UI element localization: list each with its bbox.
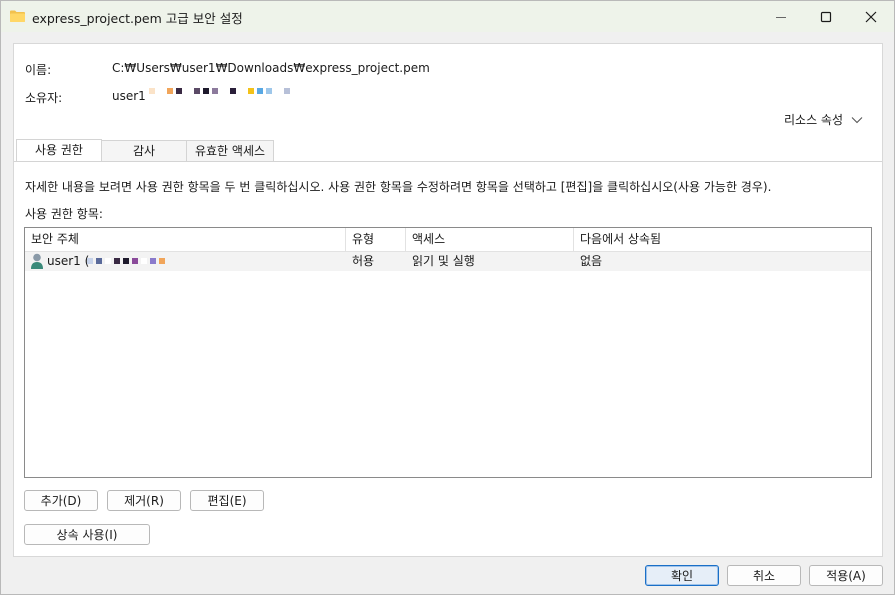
settings-panel: 이름: C:₩Users₩user1₩Downloads₩express_pro… xyxy=(13,43,883,557)
enable-inheritance-button[interactable]: 상속 사용(I) xyxy=(24,524,150,545)
list-header: 보안 주체 유형 액세스 다음에서 상속됨 xyxy=(25,228,871,252)
table-row[interactable]: user1 ( 허용 읽기 및 실행 없음 xyxy=(25,252,871,271)
minimize-icon xyxy=(776,16,786,18)
resource-attributes-toggle[interactable]: 리소스 속성 xyxy=(784,111,863,128)
redacted-principal xyxy=(87,258,168,264)
add-button[interactable]: 추가(D) xyxy=(24,490,98,511)
owner-label: 소유자: xyxy=(25,91,63,105)
minimize-button[interactable] xyxy=(758,1,804,32)
tab-effective-access[interactable]: 유효한 액세스 xyxy=(186,140,274,162)
type-cell: 허용 xyxy=(352,254,375,268)
security-settings-window: express_project.pem 고급 보안 설정 이름: C:₩User… xyxy=(0,0,895,595)
column-type[interactable]: 유형 xyxy=(346,228,406,251)
permission-entries-list[interactable]: 보안 주체 유형 액세스 다음에서 상속됨 user1 ( 허용 읽기 및 실행… xyxy=(24,227,872,478)
column-access[interactable]: 액세스 xyxy=(406,228,574,251)
redacted-owner xyxy=(149,88,293,94)
close-button[interactable] xyxy=(848,1,894,32)
ok-button[interactable]: 확인 xyxy=(645,565,719,586)
title-bar[interactable]: express_project.pem 고급 보안 설정 xyxy=(1,1,894,32)
access-cell: 읽기 및 실행 xyxy=(412,254,475,268)
remove-button[interactable]: 제거(R) xyxy=(107,490,181,511)
user-icon xyxy=(31,253,43,269)
name-label: 이름: xyxy=(25,63,52,77)
edit-button[interactable]: 편집(E) xyxy=(190,490,264,511)
principal-cell: user1 ( xyxy=(47,254,90,268)
tab-divider xyxy=(14,161,882,162)
instructions-text: 자세한 내용을 보려면 사용 권한 항목을 두 번 클릭하십시오. 사용 권한 … xyxy=(25,180,772,194)
file-path: C:₩Users₩user1₩Downloads₩express_project… xyxy=(112,61,430,75)
tab-auditing[interactable]: 감사 xyxy=(101,140,187,162)
close-icon xyxy=(865,11,877,22)
owner-name: user1 xyxy=(112,89,146,103)
folder-icon xyxy=(10,10,25,22)
column-inherited-from[interactable]: 다음에서 상속됨 xyxy=(574,228,871,251)
apply-button[interactable]: 적용(A) xyxy=(809,565,883,586)
resource-attributes-label: 리소스 속성 xyxy=(784,113,844,127)
entries-label: 사용 권한 항목: xyxy=(25,207,103,221)
maximize-icon xyxy=(820,11,832,22)
tab-permissions[interactable]: 사용 권한 xyxy=(16,139,102,162)
inherited-cell: 없음 xyxy=(580,254,603,268)
maximize-button[interactable] xyxy=(803,1,849,32)
cancel-button[interactable]: 취소 xyxy=(727,565,801,586)
chevron-down-icon xyxy=(851,116,863,123)
column-principal[interactable]: 보안 주체 xyxy=(25,228,346,251)
window-title: express_project.pem 고급 보안 설정 xyxy=(32,11,243,26)
